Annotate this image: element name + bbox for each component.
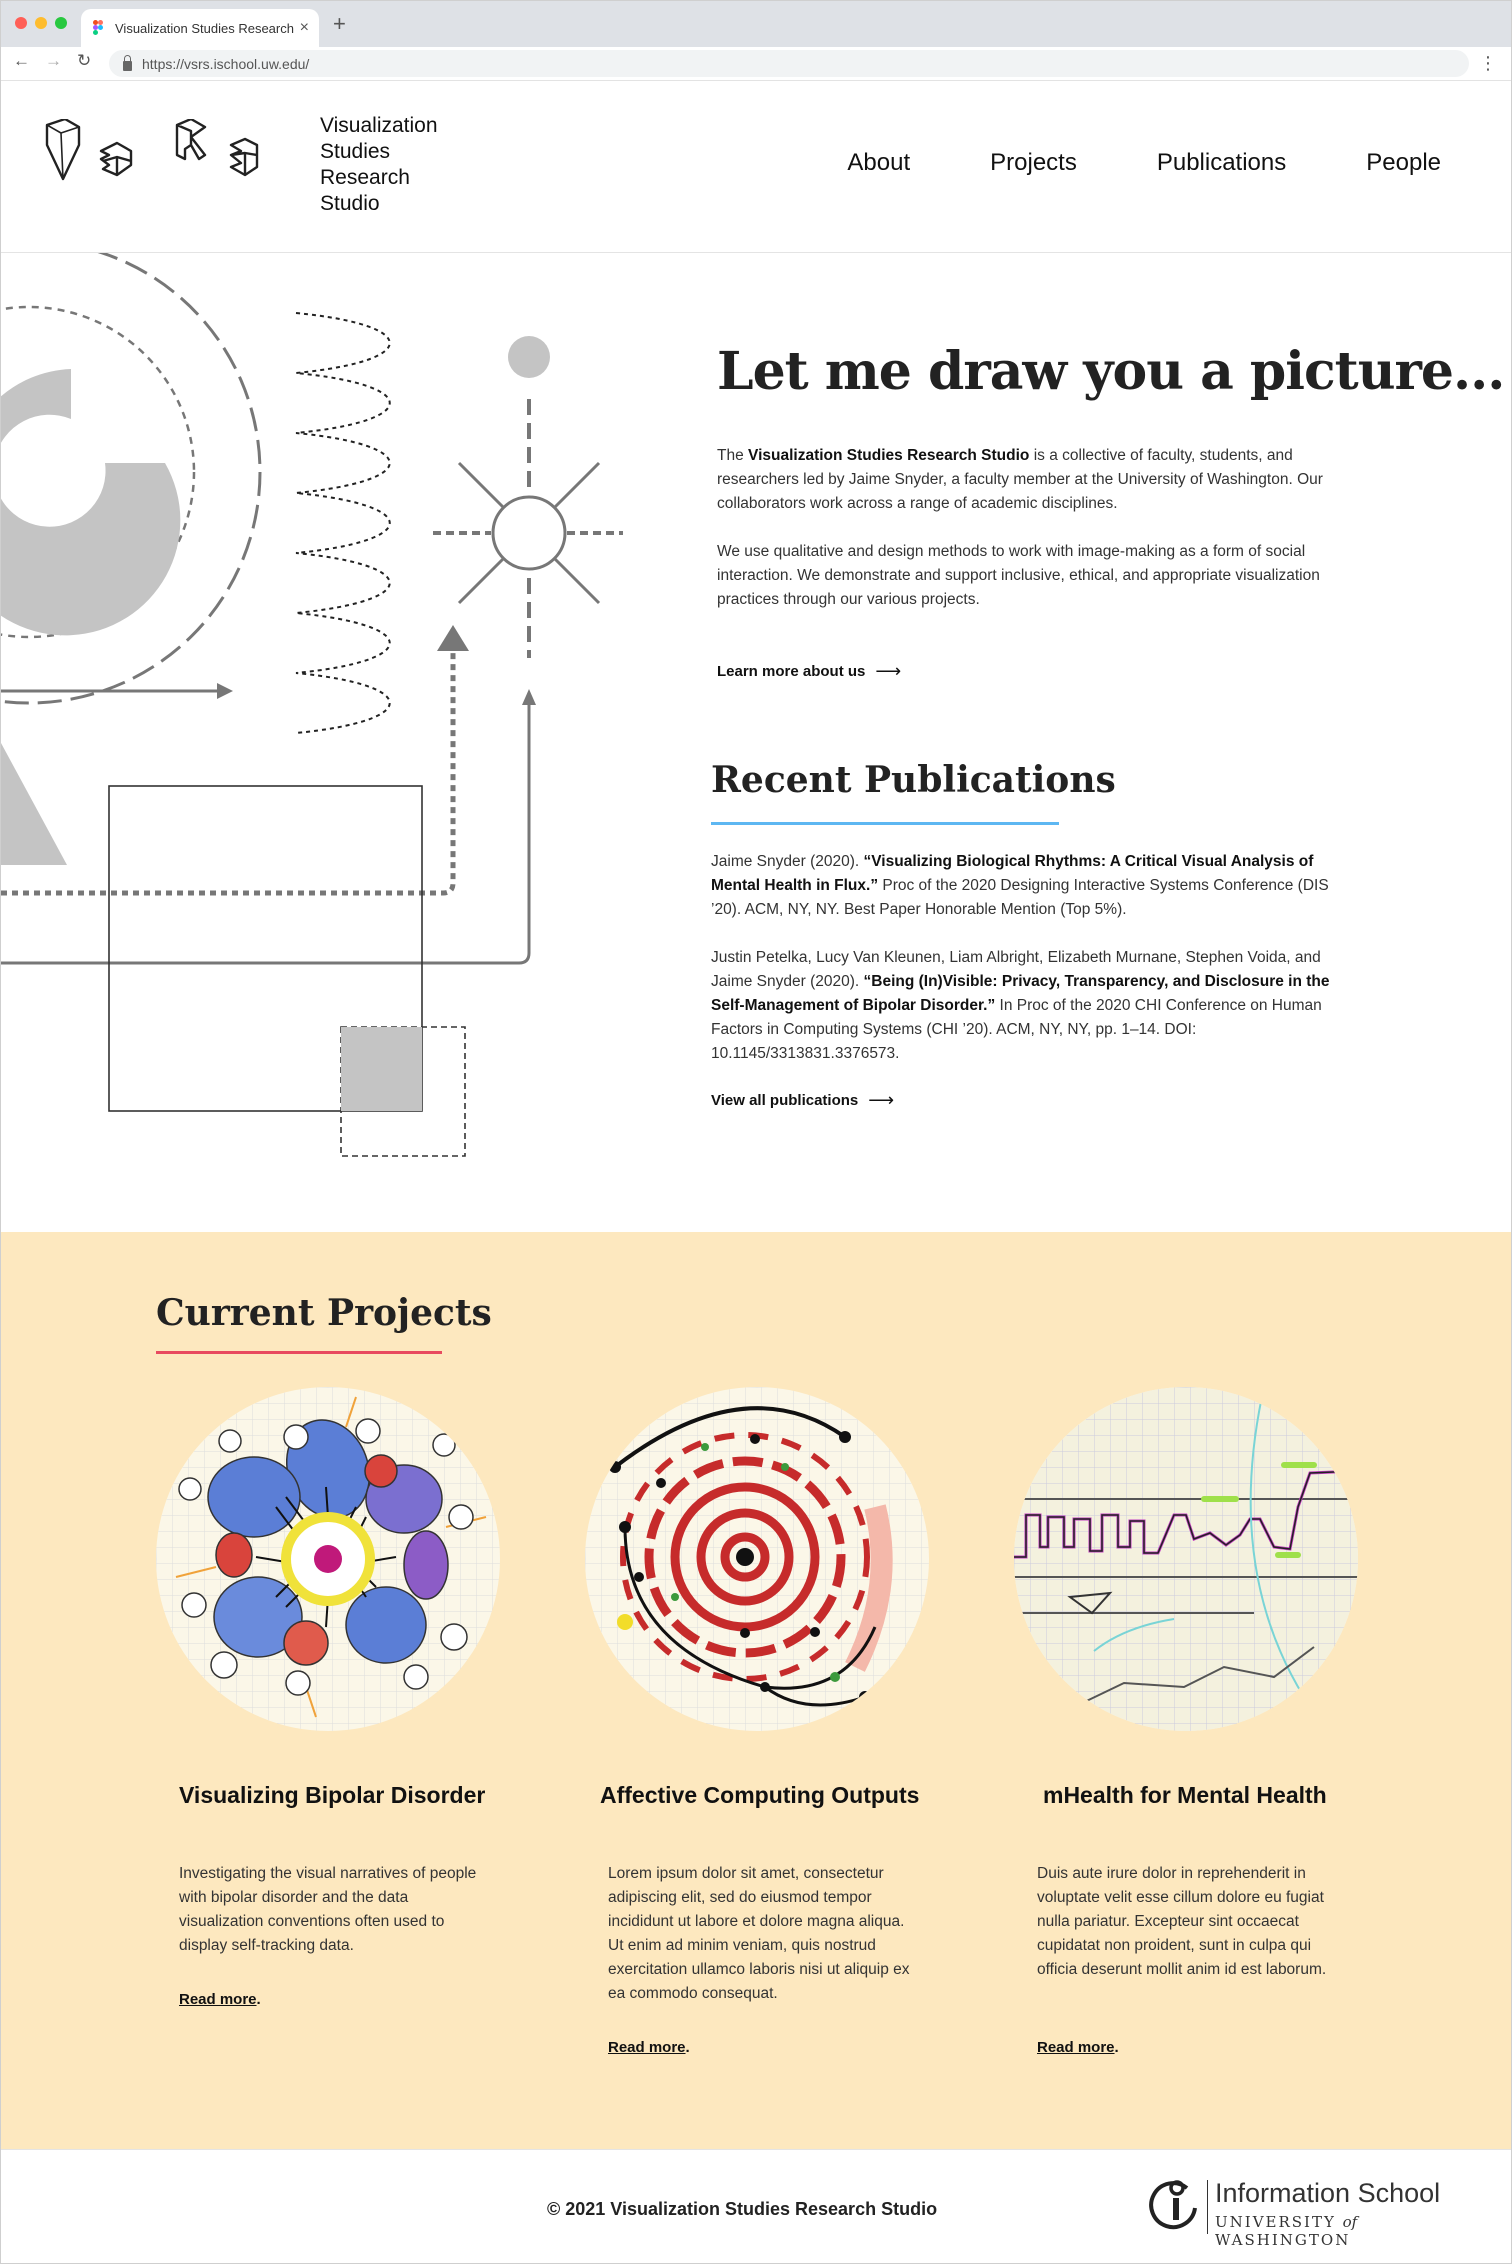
uw-text: WASHINGTON (1215, 2231, 1351, 2249)
hero-paragraph: We use qualitative and design methods to… (717, 543, 1320, 608)
ischool-logo[interactable]: Information School UNIVERSITY of WASHING… (1149, 2178, 1469, 2249)
project-description: Lorem ipsum dolor sit amet, consectetur … (608, 1865, 910, 2002)
tab-title: Visualization Studies Research Studio (115, 20, 294, 36)
browser-menu-icon[interactable]: ⋮ (1479, 53, 1497, 74)
read-more-label: Read more (1037, 2039, 1115, 2056)
main-nav: About Projects Publications People (847, 149, 1441, 177)
uw-text: UNIVERSITY (1215, 2213, 1343, 2231)
site-logo-text[interactable]: Visualization Studies Research Studio (320, 113, 438, 217)
back-arrow-icon[interactable]: ← (13, 51, 30, 71)
read-more-link[interactable]: Read more. (608, 2039, 690, 2056)
projects-heading: Current Projects (156, 1292, 492, 1334)
logo-line: Visualization (320, 114, 438, 137)
browser-tab-strip: Visualization Studies Research Studio × … (1, 1, 1511, 47)
ischool-divider (1207, 2180, 1208, 2234)
close-window-button[interactable] (15, 17, 27, 29)
nav-projects[interactable]: Projects (990, 149, 1077, 177)
nav-about[interactable]: About (847, 149, 910, 177)
arrow-right-icon: ⟶ (875, 661, 902, 681)
project-title[interactable]: mHealth for Mental Health (1043, 1782, 1327, 1809)
view-all-label: View all publications (711, 1092, 859, 1109)
browser-window: Visualization Studies Research Studio × … (0, 0, 1512, 2264)
project-image-bipolar[interactable] (156, 1387, 500, 1731)
hero-illustration (1, 253, 623, 1157)
copyright-text: © 2021 Visualization Studies Research St… (547, 2199, 938, 2219)
nav-publications[interactable]: Publications (1157, 149, 1286, 177)
project-image-mhealth[interactable] (1014, 1387, 1358, 1731)
project-title[interactable]: Visualizing Bipolar Disorder (179, 1782, 485, 1809)
uw-text: of (1342, 2213, 1358, 2231)
url-text: https://vsrs.ischool.uw.edu/ (142, 55, 310, 72)
site-footer: © 2021 Visualization Studies Research St… (1, 2149, 1511, 2263)
ischool-name: Information School (1215, 2178, 1441, 2208)
read-more-label: Read more (608, 2039, 686, 2056)
figma-favicon-icon (91, 20, 105, 36)
logo-line: Studies (320, 140, 391, 163)
close-tab-icon[interactable]: × (300, 19, 309, 37)
hero-intro: The Visualization Studies Research Studi… (717, 444, 1367, 516)
project-image-affective[interactable] (585, 1387, 929, 1731)
new-tab-button[interactable]: + (333, 11, 346, 37)
ischool-mark-icon (1149, 2180, 1197, 2230)
ischool-university: UNIVERSITY of WASHINGTON (1215, 2213, 1469, 2249)
forward-arrow-icon[interactable]: → (45, 51, 62, 71)
browser-tab[interactable]: Visualization Studies Research Studio × (81, 9, 319, 47)
view-all-publications-link[interactable]: View all publications ⟶ (711, 1090, 894, 1111)
read-more-link[interactable]: Read more. (179, 1991, 261, 2008)
publications-divider (711, 822, 1059, 825)
minimize-window-button[interactable] (35, 17, 47, 29)
publication-item: Jaime Snyder (2020). “Visualizing Biolog… (711, 850, 1361, 922)
browser-toolbar: ← → ↻ https://vsrs.ischool.uw.edu/ ⋮ (1, 47, 1511, 81)
lock-icon (123, 54, 132, 71)
learn-more-link[interactable]: Learn more about us ⟶ (717, 661, 901, 682)
reload-icon[interactable]: ↻ (77, 51, 91, 71)
project-title[interactable]: Affective Computing Outputs (600, 1782, 919, 1809)
maximize-window-button[interactable] (55, 17, 67, 29)
learn-more-label: Learn more about us (717, 663, 866, 680)
nav-people[interactable]: People (1366, 149, 1441, 177)
arrow-right-icon: ⟶ (868, 1090, 895, 1110)
site-header: Visualization Studies Research Studio Ab… (1, 81, 1511, 253)
address-bar[interactable]: https://vsrs.ischool.uw.edu/ (109, 50, 1469, 77)
project-description: Investigating the visual narratives of p… (179, 1865, 477, 1954)
logo-line: Studio (320, 192, 380, 215)
hero-title: Let me draw you a picture... (717, 341, 1505, 402)
projects-divider (156, 1351, 442, 1354)
intro-text: The (717, 447, 749, 464)
intro-studio-name: Visualization Studies Research Studio (748, 447, 1030, 464)
read-more-label: Read more (179, 1991, 257, 2008)
publication-item: Justin Petelka, Lucy Van Kleunen, Liam A… (711, 946, 1361, 1066)
window-controls (15, 17, 67, 29)
projects-section: Current Projects Visualizing Bipolar Dis… (1, 1232, 1511, 2149)
read-more-link[interactable]: Read more. (1037, 2039, 1119, 2056)
logo-line: Research (320, 166, 410, 189)
publication-authors: Jaime Snyder (2020). (711, 853, 864, 870)
project-description: Duis aute irure dolor in reprehenderit i… (1037, 1865, 1327, 1978)
publications-heading: Recent Publications (711, 759, 1116, 801)
